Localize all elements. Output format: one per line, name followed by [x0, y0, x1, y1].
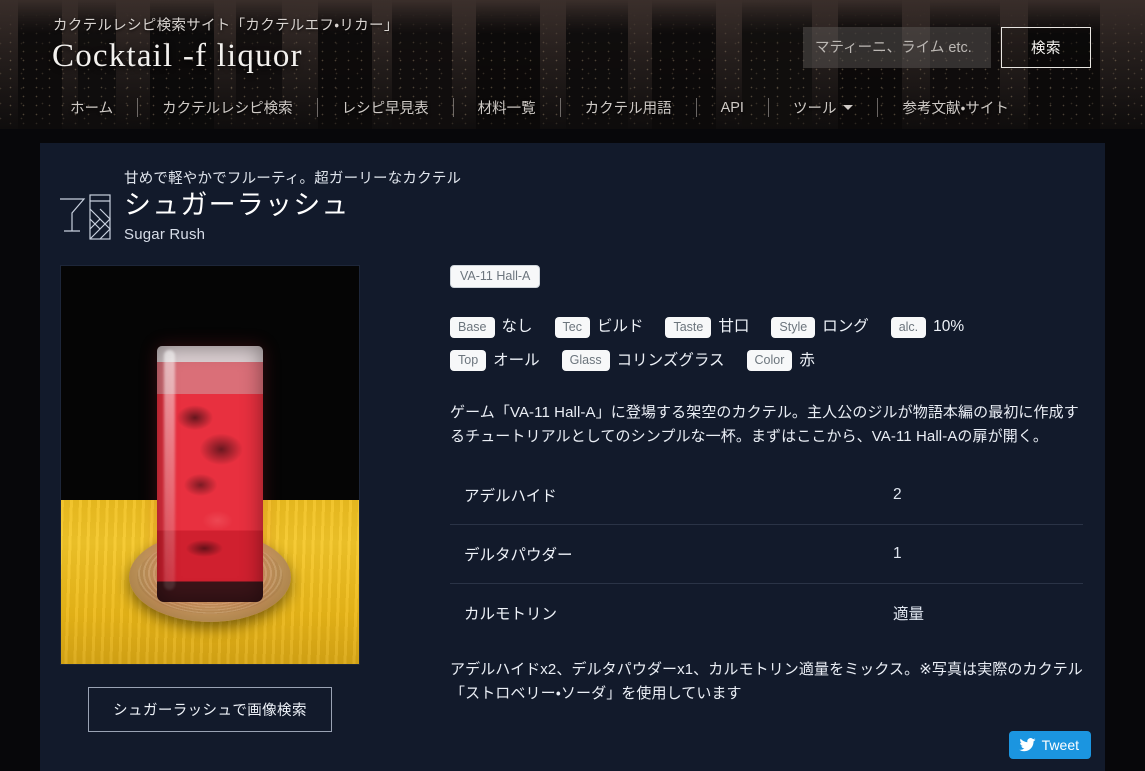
attribute-base-value: なし: [501, 318, 533, 336]
ingredient-name: デルタパウダー: [450, 524, 893, 584]
recipe-tagline: 甘めで軽やかでフルーティ。超ガーリーなカクテル: [124, 171, 462, 187]
cocktail-glass-icon: [54, 187, 116, 248]
attribute-taste-value: 甘口: [718, 318, 750, 336]
cocktail-name-english: Sugar Rush: [124, 225, 206, 243]
cocktail-photo: [60, 265, 360, 665]
attribute-taste: Taste 甘口: [665, 312, 749, 342]
nav-item-api[interactable]: API: [697, 100, 768, 116]
attribute-alcohol: alc. 10%: [890, 312, 965, 342]
twitter-bird-icon: [1018, 738, 1036, 752]
nav-item-references[interactable]: 参考文献・サイト: [878, 97, 1032, 118]
tweet-button-label: Tweet: [1041, 737, 1079, 753]
ingredients-table: アデルハイド 2 デルタパウダー 1 カルモトリン 適量: [450, 465, 1083, 642]
attribute-style-key: Style: [771, 316, 816, 339]
table-row: カルモトリン 適量: [450, 583, 1083, 642]
search-button[interactable]: 検索: [1001, 27, 1091, 68]
attribute-color-key: Color: [746, 350, 793, 372]
image-search-button[interactable]: シュガーラッシュで画像検索: [88, 687, 332, 732]
attribute-color: Color 赤: [746, 346, 815, 376]
main-navigation: ホーム カクテルレシピ検索 レシピ早見表 材料一覧 カクテル用語 API ツール…: [46, 97, 1033, 118]
recipe-method: アデルハイドx2、デルタパウダーx1、カルモトリン適量をミックス。※写真は実際の…: [450, 660, 1083, 702]
site-logo[interactable]: Cocktail -f liquor: [52, 38, 303, 75]
photo-collins-glass: [157, 346, 263, 602]
attribute-style: Style ロング: [771, 312, 869, 342]
attribute-top: Top オール: [450, 346, 540, 376]
attribute-base: Base なし: [450, 312, 533, 342]
nav-item-tools-label: ツール: [792, 101, 837, 117]
attribute-tec-key: Tec: [554, 316, 590, 339]
attribute-top-key: Top: [450, 350, 487, 372]
ingredient-name: アデルハイド: [450, 465, 893, 525]
site-header: カクテルレシピ検索サイト「カクテルエフ・リカー」 Cocktail -f liq…: [0, 0, 1145, 129]
attribute-style-value: ロング: [822, 318, 869, 336]
attribute-base-key: Base: [450, 316, 495, 339]
series-tag-row: VA-11 Hall-A: [450, 265, 1083, 289]
ingredient-quantity: 2: [893, 465, 1083, 525]
attribute-list: Base なし Tec ビルド Taste 甘口 Style ロング alc.: [450, 312, 1083, 379]
nav-item-ingredients[interactable]: 材料一覧: [454, 97, 560, 118]
attribute-alcohol-value: 10%: [933, 318, 965, 336]
search-input[interactable]: [803, 27, 991, 68]
site-tagline: カクテルレシピ検索サイト「カクテルエフ・リカー」: [53, 18, 399, 34]
chevron-down-icon: [843, 105, 854, 110]
attribute-glass: Glass コリンズグラス: [561, 346, 725, 376]
table-row: アデルハイド 2: [450, 465, 1083, 525]
ingredient-quantity: 適量: [893, 605, 925, 623]
nav-item-tools[interactable]: ツール: [769, 97, 878, 118]
tweet-button[interactable]: Tweet: [1008, 731, 1091, 759]
attribute-glass-value: コリンズグラス: [616, 351, 725, 369]
attribute-alcohol-key: alc.: [890, 316, 927, 339]
attribute-color-value: 赤: [799, 351, 815, 369]
page-title: シュガーラッシュ: [124, 190, 350, 220]
attribute-top-value: オール: [493, 351, 540, 369]
photo-column: シュガーラッシュで画像検索: [60, 265, 362, 732]
header-search: 検索: [803, 27, 1091, 68]
detail-column: VA-11 Hall-A Base なし Tec ビルド Taste 甘口 St…: [362, 265, 1105, 732]
table-row: デルタパウダー 1: [450, 524, 1083, 584]
attribute-taste-key: Taste: [665, 316, 712, 339]
nav-item-recipe-table[interactable]: レシピ早見表: [318, 97, 453, 118]
recipe-description: ゲーム「VA-11 Hall-A」に登場する架空のカクテル。主人公のジルが物語本…: [450, 404, 1079, 446]
recipe-panel: 甘めで軽やかでフルーティ。超ガーリーなカクテル シュガーラッシュ Sugar R…: [40, 143, 1105, 771]
ingredient-quantity: 1: [893, 524, 1083, 584]
recipe-header: 甘めで軽やかでフルーティ。超ガーリーなカクテル シュガーラッシュ Sugar R…: [40, 143, 1105, 248]
nav-item-glossary[interactable]: カクテル用語: [561, 97, 696, 118]
series-tag[interactable]: VA-11 Hall-A: [450, 265, 541, 289]
nav-item-home[interactable]: ホーム: [46, 97, 137, 118]
nav-item-recipe-search[interactable]: カクテルレシピ検索: [138, 97, 317, 118]
attribute-tec-value: ビルド: [596, 318, 644, 336]
ingredient-name: カルモトリン: [464, 605, 558, 623]
attribute-tec: Tec ビルド: [554, 312, 644, 342]
attribute-glass-key: Glass: [561, 350, 610, 372]
